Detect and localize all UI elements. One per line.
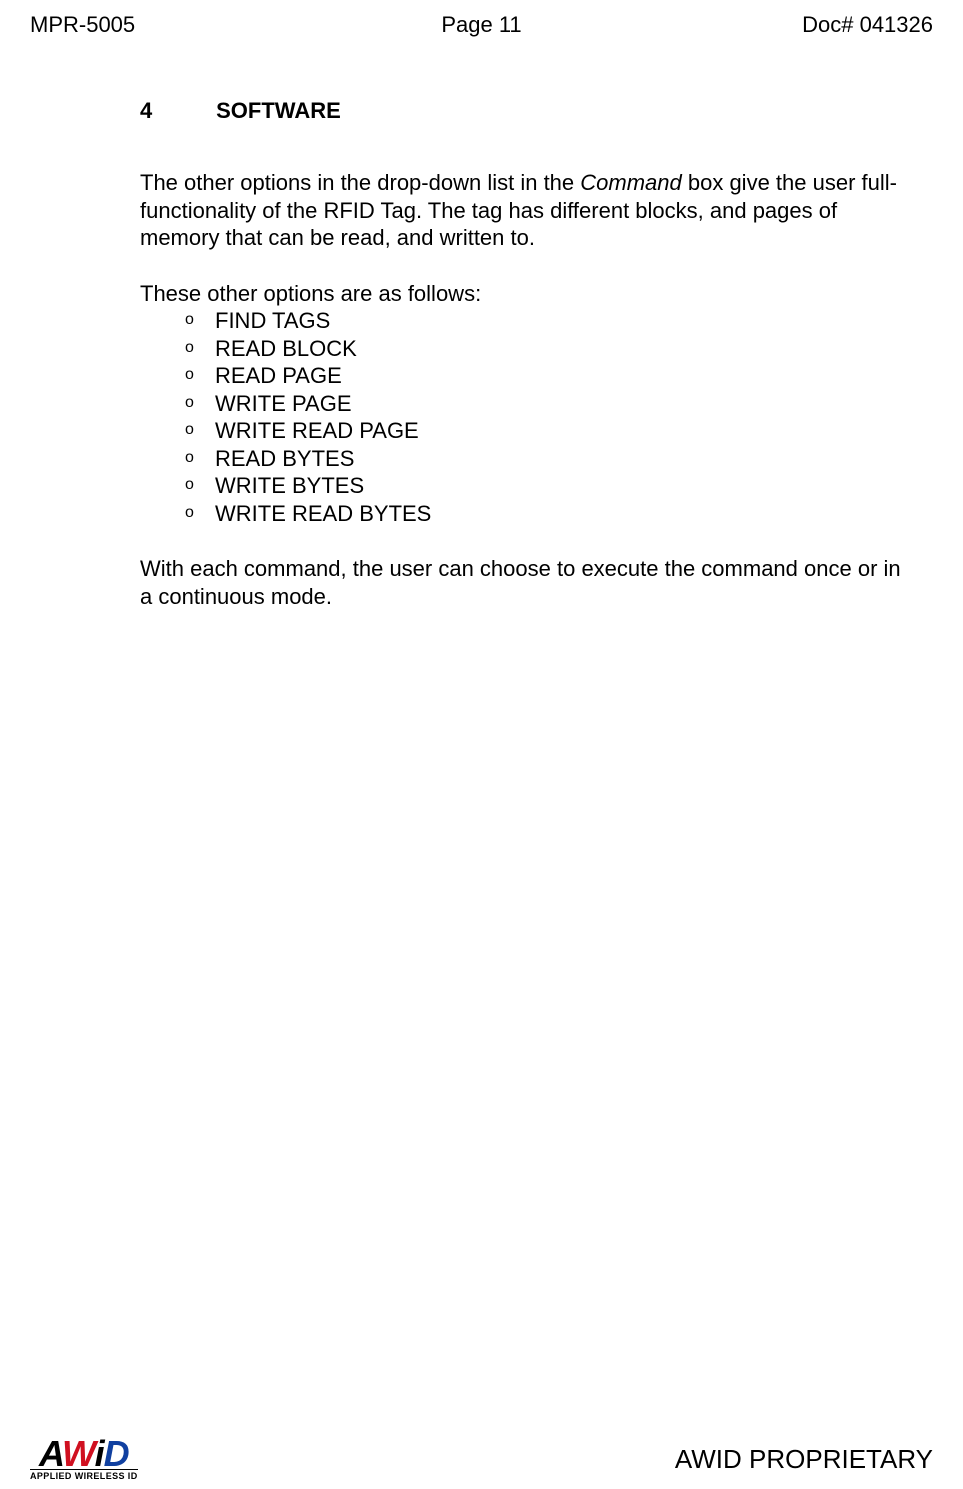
list-item: WRITE PAGE [185, 390, 908, 418]
logo-sub-text: APPLIED WIRELESS ID [30, 1469, 138, 1481]
list-item: WRITE READ BYTES [185, 500, 908, 528]
section-number: 4 [140, 98, 210, 124]
list-item: FIND TAGS [185, 307, 908, 335]
awid-logo: AWiD APPLIED WIRELESS ID [30, 1438, 138, 1481]
list-item: WRITE BYTES [185, 472, 908, 500]
para1-italic: Command [580, 170, 681, 195]
page-header: MPR-5005 Page 11 Doc# 041326 [30, 10, 933, 38]
paragraph-1: The other options in the drop-down list … [140, 169, 908, 252]
header-left: MPR-5005 [30, 12, 135, 38]
page-footer: AWiD APPLIED WIRELESS ID AWID PROPRIETAR… [30, 1438, 933, 1481]
header-right: Doc# 041326 [802, 12, 933, 38]
options-list: FIND TAGS READ BLOCK READ PAGE WRITE PAG… [140, 307, 908, 527]
proprietary-notice: AWID PROPRIETARY [675, 1444, 933, 1481]
list-item: READ PAGE [185, 362, 908, 390]
logo-main-text: AWiD [39, 1438, 129, 1470]
section-title-text: SOFTWARE [216, 98, 341, 123]
section-heading: 4 SOFTWARE [140, 98, 908, 124]
list-intro: These other options are as follows: [140, 280, 908, 308]
list-item: READ BLOCK [185, 335, 908, 363]
header-center: Page 11 [441, 12, 521, 38]
paragraph-2: With each command, the user can choose t… [140, 555, 908, 610]
list-item: WRITE READ PAGE [185, 417, 908, 445]
para1-pre: The other options in the drop-down list … [140, 170, 580, 195]
list-item: READ BYTES [185, 445, 908, 473]
document-body: 4 SOFTWARE The other options in the drop… [30, 98, 933, 610]
